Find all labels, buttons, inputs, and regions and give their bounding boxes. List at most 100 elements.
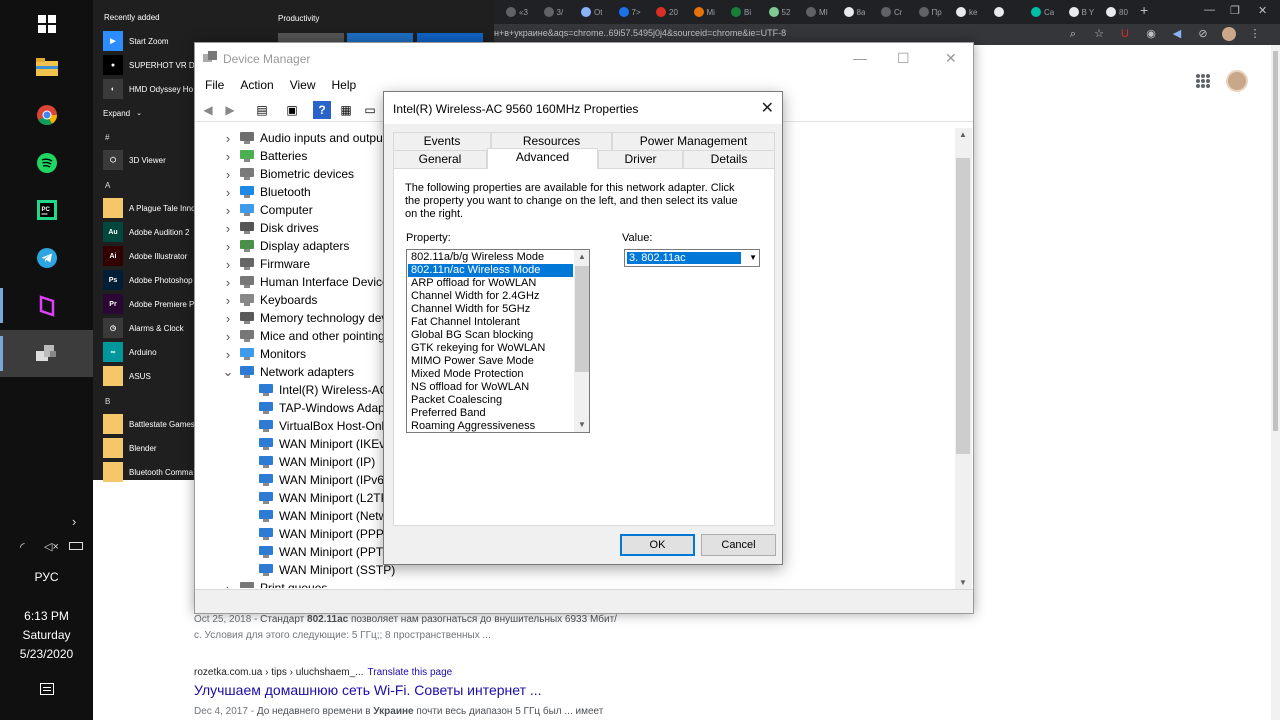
device-item[interactable]: TAP-Windows Adapte [254, 399, 395, 417]
chevron-right-icon[interactable]: › [221, 203, 235, 218]
section-letter[interactable]: B [105, 397, 110, 406]
expand-button[interactable]: Expand ⌄ [103, 102, 195, 124]
property-list-item[interactable]: Fat Channel Intolerant [408, 316, 573, 329]
device-category[interactable]: › Audio inputs and outpu [221, 129, 383, 147]
start-menu-app[interactable]: ASUS [103, 365, 195, 387]
menu-file[interactable]: File [195, 76, 230, 96]
tab-advanced[interactable]: Advanced [487, 148, 598, 169]
property-list-item[interactable]: 802.11n/ac Wireless Mode [408, 264, 573, 277]
telegram-icon[interactable] [0, 234, 93, 281]
scroll-up-icon[interactable]: ▲ [574, 250, 589, 264]
chevron-right-icon[interactable]: › [221, 275, 235, 290]
browser-tab[interactable]: B Y [1068, 4, 1094, 20]
tab-power-management[interactable]: Power Management [612, 132, 775, 151]
start-menu-app[interactable]: Ps Adobe Photoshop [103, 269, 195, 291]
dialog-title-bar[interactable]: Intel(R) Wireless-AC 9560 160MHz Propert… [384, 92, 782, 124]
chevron-right-icon[interactable]: › [221, 131, 235, 146]
device-category[interactable]: › Disk drives [221, 219, 319, 237]
chevron-right-icon[interactable]: › [221, 311, 235, 326]
start-menu-app[interactable]: ▶ Start Zoom [103, 30, 195, 52]
property-list-item[interactable]: Mixed Mode Protection [408, 368, 573, 381]
device-category[interactable]: › Monitors [221, 345, 306, 363]
monitor-tool-icon[interactable]: ▭ [361, 101, 379, 119]
view-icon[interactable]: ▦ [337, 101, 355, 119]
browser-tab[interactable]: Пр [918, 4, 942, 20]
help-icon[interactable]: ? [313, 101, 331, 119]
spotify-icon[interactable] [0, 139, 93, 186]
tab-events[interactable]: Events [393, 132, 491, 151]
device-item[interactable]: WAN Miniport (SSTP) [254, 561, 395, 579]
restore-icon[interactable]: ❐ [1230, 4, 1240, 17]
property-list-item[interactable]: Channel Width for 2.4GHz [408, 290, 573, 303]
start-menu-app[interactable]: A Plague Tale Inno [103, 197, 195, 219]
start-menu-app[interactable]: ● SUPERHOT VR DE [103, 54, 195, 76]
property-list-item[interactable]: ARP offload for WoWLAN [408, 277, 573, 290]
browser-tab[interactable]: 3/ [543, 4, 563, 20]
clock-day[interactable]: Saturday [0, 628, 93, 642]
device-item[interactable]: WAN Miniport (L2TP) [254, 489, 393, 507]
page-scrollbar[interactable] [1271, 45, 1280, 720]
browser-tab[interactable]: ke [956, 4, 977, 20]
google-apps-icon[interactable] [1196, 74, 1210, 88]
back-icon[interactable]: ◀ [199, 101, 217, 119]
chevron-right-icon[interactable]: › [221, 347, 235, 362]
extension-icon[interactable]: ◉ [1144, 27, 1158, 41]
value-dropdown[interactable]: 3. 802.11ac ▼ [624, 249, 760, 267]
browser-tab[interactable]: Bi [731, 4, 751, 20]
device-item[interactable]: Intel(R) Wireless-AC 9 [254, 381, 398, 399]
device-category[interactable]: › Keyboards [221, 291, 318, 309]
chevron-right-icon[interactable]: › [221, 185, 235, 200]
menu-help[interactable]: Help [322, 76, 363, 96]
extension-icon[interactable]: ⊘ [1196, 27, 1210, 41]
section-letter[interactable]: A [105, 181, 110, 190]
tab-driver[interactable]: Driver [598, 150, 683, 169]
start-menu-app[interactable]: Bluetooth Comma [103, 461, 195, 483]
chevron-right-icon[interactable]: › [221, 239, 235, 254]
maximize-icon[interactable]: ☐ [897, 50, 910, 67]
browser-tab[interactable]: Mi [693, 4, 715, 20]
device-category[interactable]: ⌄ Network adapters [221, 363, 355, 381]
chevron-right-icon[interactable]: › [221, 167, 235, 182]
title-bar[interactable]: Device Manager — ☐ ✕ [195, 43, 973, 74]
browser-tab[interactable]: Ot [581, 4, 602, 20]
start-button[interactable] [0, 0, 93, 47]
new-tab-icon[interactable]: + [1140, 2, 1148, 18]
chevron-right-icon[interactable]: › [221, 221, 235, 236]
battery-icon[interactable] [69, 542, 83, 550]
browser-tab[interactable]: MI [806, 4, 828, 20]
start-menu-app[interactable]: Battlestate Games [103, 413, 195, 435]
tree-scrollbar[interactable]: ▲ ▼ [955, 128, 972, 589]
clock-time[interactable]: 6:13 PM [0, 609, 93, 623]
chevron-right-icon[interactable]: › [221, 149, 235, 164]
device-item[interactable]: WAN Miniport (PPPO [254, 525, 393, 543]
start-menu-app[interactable]: Ai Adobe Illustrator [103, 245, 195, 267]
start-menu-app[interactable]: Pr Adobe Premiere P [103, 293, 195, 315]
property-listbox[interactable]: ▲ ▼ 802.11a/b/g Wireless Mode 802.11n/ac … [406, 249, 590, 433]
browser-tab[interactable] [993, 4, 1007, 20]
bookmark-star-icon[interactable]: ☆ [1092, 27, 1106, 41]
start-menu-app[interactable]: ∞ Arduino [103, 341, 195, 363]
scroll-down-icon[interactable]: ▼ [959, 578, 967, 587]
show-hide-icon[interactable]: ▣ [283, 101, 301, 119]
forward-icon[interactable]: ▶ [221, 101, 239, 119]
chevron-right-icon[interactable]: › [221, 581, 235, 589]
tab-general[interactable]: General [393, 150, 487, 169]
device-category[interactable]: › Computer [221, 201, 313, 219]
property-list-item[interactable]: MIMO Power Save Mode [408, 355, 573, 368]
property-list-item[interactable]: Global BG Scan blocking [408, 329, 573, 342]
browser-tab[interactable]: «3 [506, 4, 528, 20]
chevron-right-icon[interactable]: › [221, 257, 235, 272]
close-icon[interactable]: ✕ [1258, 4, 1267, 17]
start-menu-app[interactable]: Au Adobe Audition 2 [103, 221, 195, 243]
start-menu-app[interactable]: ⬡ 3D Viewer [103, 149, 195, 171]
browser-tab[interactable]: 20 [656, 4, 678, 20]
close-icon[interactable]: ✕ [761, 98, 774, 118]
clock-date[interactable]: 5/23/2020 [0, 647, 93, 661]
device-category[interactable]: › Bluetooth [221, 183, 311, 201]
property-list-item[interactable]: 802.11a/b/g Wireless Mode [408, 251, 573, 264]
tab-details[interactable]: Details [683, 150, 775, 169]
chevron-down-icon[interactable]: ▼ [749, 253, 757, 262]
minimize-icon[interactable]: — [853, 50, 867, 66]
minimize-icon[interactable]: — [1204, 4, 1215, 16]
device-item[interactable]: VirtualBox Host-Only [254, 417, 390, 435]
